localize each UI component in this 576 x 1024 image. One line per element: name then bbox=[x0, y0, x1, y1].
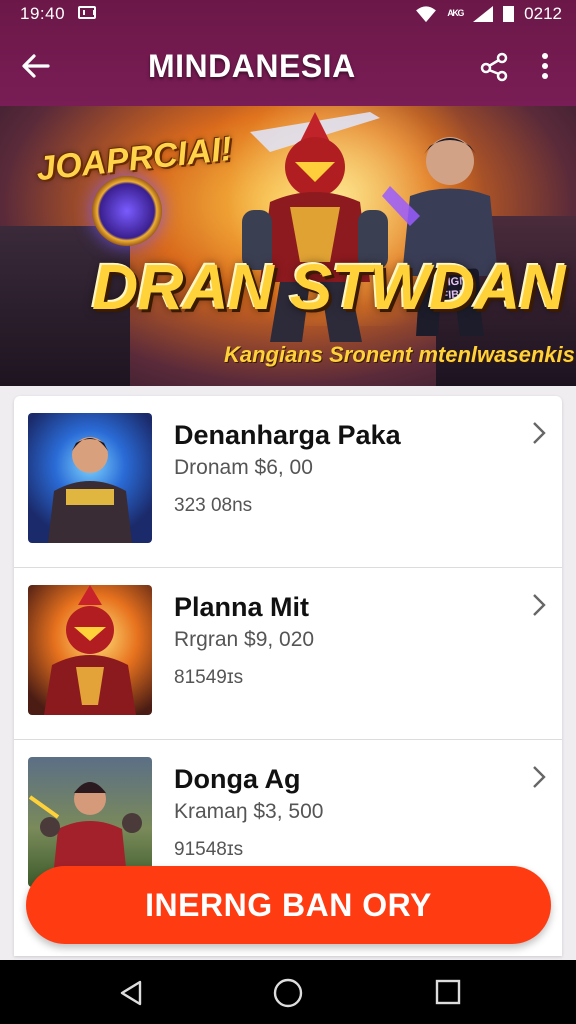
signal-icon bbox=[473, 6, 494, 22]
hero-portrait-art bbox=[48, 437, 132, 543]
item-meta: 323 08ns bbox=[174, 495, 253, 516]
cta-button[interactable]: INERNG BAN ORY bbox=[26, 866, 551, 944]
item-price: Dronam $6, 00 bbox=[174, 456, 313, 479]
item-title: Planna Mit bbox=[174, 592, 310, 622]
chevron-right-icon bbox=[533, 766, 546, 788]
wifi-icon bbox=[416, 6, 437, 23]
system-nav-bar bbox=[0, 960, 576, 1024]
status-extra: ᴬᴷᴳ bbox=[447, 6, 464, 22]
list-item[interactable]: Denanharga Paka Dronam $6, 00 323 08ns bbox=[14, 396, 562, 568]
share-icon[interactable] bbox=[478, 50, 510, 82]
hero-subtitle: Kangians Sronent mtenlwasenkis bbox=[224, 342, 575, 367]
nav-recents-icon[interactable] bbox=[434, 978, 462, 1006]
notification-icon bbox=[78, 6, 96, 19]
status-time: 19:40 bbox=[20, 4, 66, 23]
battery-icon bbox=[503, 6, 515, 22]
app-bar: MINDANESIA bbox=[0, 30, 576, 106]
gem-icon bbox=[92, 176, 162, 246]
chevron-right-icon bbox=[533, 422, 546, 444]
item-price: Rrgran $9, 020 bbox=[174, 628, 315, 651]
app-title: MINDANESIA bbox=[148, 48, 356, 84]
nav-home-icon[interactable] bbox=[272, 977, 304, 1009]
item-price: Kramaŋ $3, 500 bbox=[174, 800, 324, 823]
item-meta: 91548ɪs bbox=[174, 839, 244, 860]
hero-title: DRAN STWDAN bbox=[92, 251, 565, 323]
list-item[interactable]: Planna Mit Rrgran $9, 020 81549ɪs bbox=[14, 568, 562, 740]
nav-back-icon[interactable] bbox=[116, 978, 146, 1008]
item-title: Denanharga Paka bbox=[174, 420, 401, 450]
back-arrow-icon[interactable] bbox=[18, 48, 54, 84]
hero-banner[interactable]: JOAPRCIAI! NIGN FIBN DRAN STWDAN Kangian… bbox=[0, 106, 576, 386]
chevron-right-icon bbox=[533, 594, 546, 616]
more-vert-icon[interactable] bbox=[532, 50, 558, 82]
status-icons: ᴬᴷᴳ 0212 bbox=[415, 3, 562, 25]
status-bar: 19:40 ᴬᴷᴳ 0212 bbox=[0, 0, 576, 30]
item-thumbnail bbox=[28, 413, 152, 543]
item-title: Donga Ag bbox=[174, 764, 301, 794]
item-thumbnail bbox=[28, 585, 152, 715]
status-right-text: 0212 bbox=[524, 4, 562, 23]
warrior-portrait-art bbox=[44, 585, 136, 715]
top-area: 19:40 ᴬᴷᴳ 0212 MINDANESIA bbox=[0, 0, 576, 108]
item-meta: 81549ɪs bbox=[174, 667, 244, 688]
